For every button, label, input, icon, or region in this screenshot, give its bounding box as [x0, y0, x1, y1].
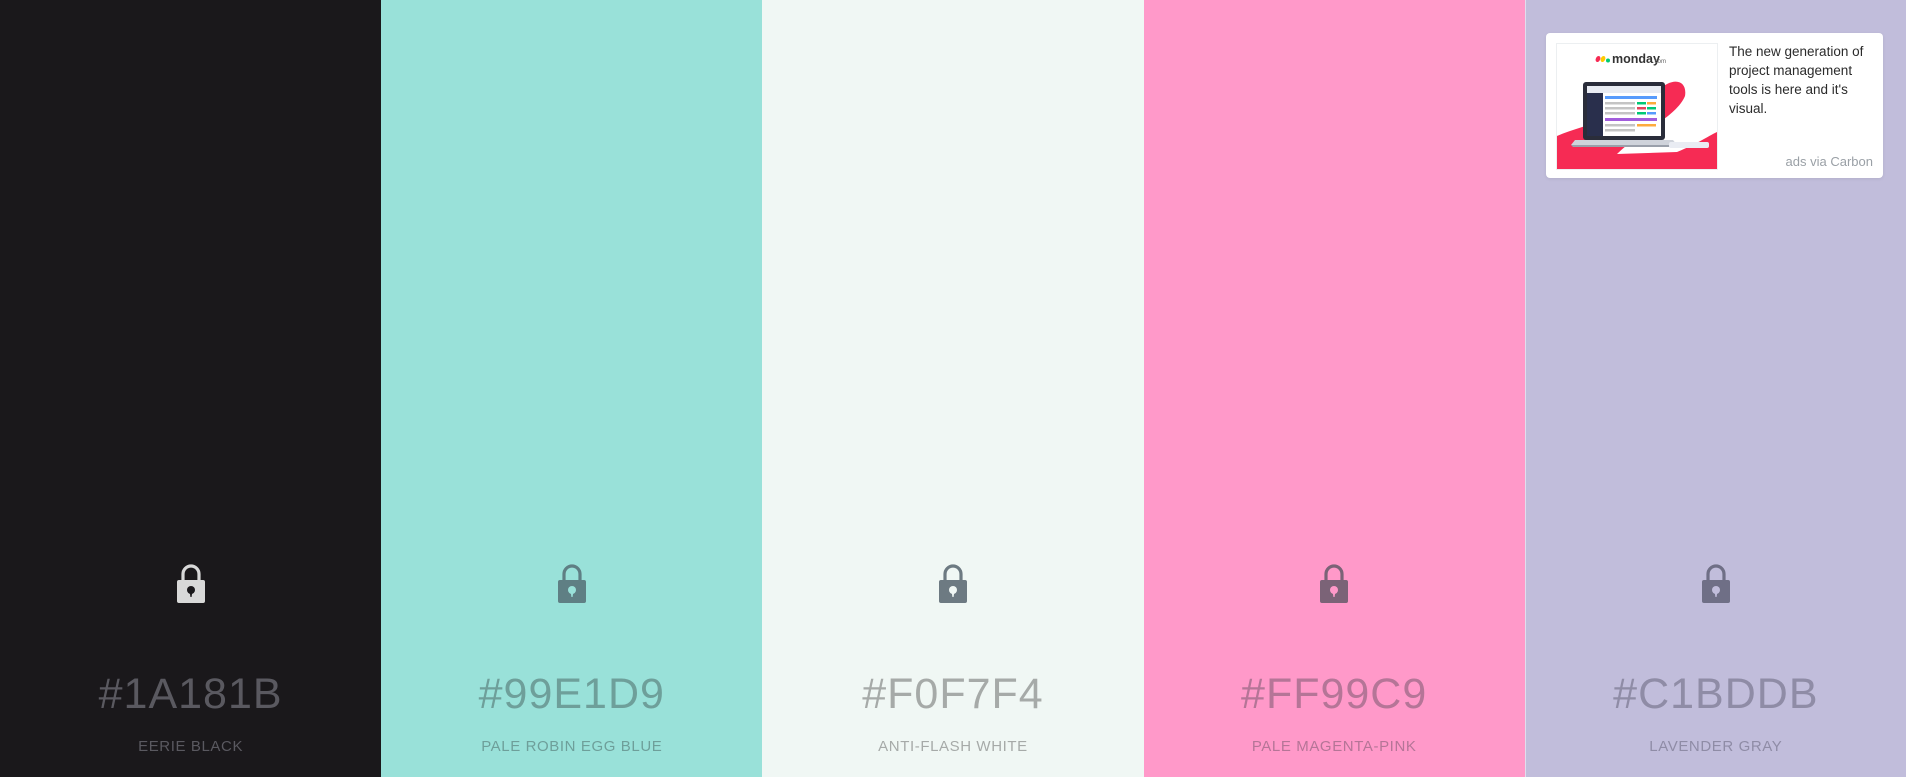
lock-icon[interactable] [937, 563, 969, 605]
ad-text[interactable]: The new generation of project management… [1729, 42, 1874, 118]
color-name: ANTI-FLASH WHITE [878, 738, 1028, 755]
hex-code[interactable]: #1A181B [0, 668, 381, 720]
color-swatch-1[interactable]: #1A181B EERIE BLACK [0, 0, 382, 777]
lock-icon[interactable] [1700, 563, 1732, 605]
hex-code[interactable]: #FF99C9 [1144, 668, 1525, 720]
carbon-ad[interactable]: monday .com The new generation of projec… [1546, 33, 1883, 178]
lock-icon[interactable] [1318, 563, 1350, 605]
color-swatch-2[interactable]: #99E1D9 PALE ROBIN EGG BLUE [381, 0, 763, 777]
laptop-illustration [1571, 82, 1677, 147]
lock-icon[interactable] [175, 563, 207, 605]
ad-brand-suffix: .com [1653, 59, 1666, 65]
color-swatch-4[interactable]: #FF99C9 PALE MAGENTA-PINK [1143, 0, 1525, 777]
lock-icon[interactable] [556, 563, 588, 605]
color-name: LAVENDER GRAY [1649, 738, 1783, 755]
ad-illustration: monday .com [1557, 52, 1717, 169]
color-swatch-3[interactable]: #F0F7F4 ANTI-FLASH WHITE [762, 0, 1144, 777]
hex-code[interactable]: #C1BDDB [1526, 668, 1906, 720]
hex-code[interactable]: #99E1D9 [381, 668, 762, 720]
color-name: PALE ROBIN EGG BLUE [481, 738, 663, 755]
ad-image[interactable]: monday .com [1556, 43, 1718, 170]
color-name: EERIE BLACK [138, 738, 244, 755]
ad-via-carbon[interactable]: ads via Carbon [1786, 154, 1873, 170]
hex-code[interactable]: #F0F7F4 [762, 668, 1143, 720]
color-name: PALE MAGENTA-PINK [1251, 738, 1417, 755]
monday-logo-icon [1595, 55, 1610, 63]
